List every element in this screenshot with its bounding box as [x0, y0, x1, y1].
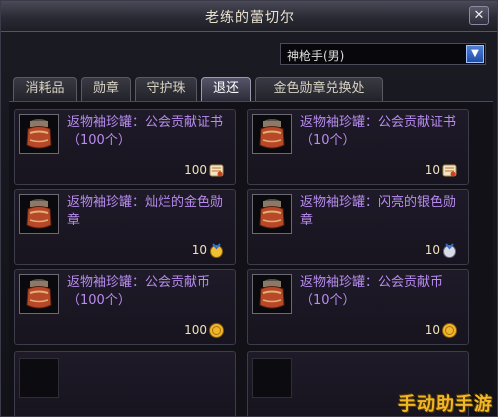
shop-item-card[interactable]: 返物袖珍罐：公会贡献证书（100个） 100 — [14, 109, 236, 185]
item-price: 10 — [425, 160, 458, 180]
item-name: 返物袖珍罐：公会贡献币（100个） — [67, 275, 211, 308]
scroll-icon — [442, 164, 457, 176]
shop-item-card[interactable]: 返物袖珍罐：公会贡献证书（10个） 10 — [247, 109, 469, 185]
jar-icon — [26, 279, 52, 309]
jar-icon — [26, 119, 52, 149]
gold-medal-icon — [210, 242, 223, 258]
jar-icon — [259, 199, 285, 229]
watermark-logo: 手动助手游 — [398, 394, 493, 415]
item-icon-slot — [19, 274, 59, 314]
item-icon-slot — [19, 114, 59, 154]
item-icon-slot — [252, 194, 292, 234]
item-price: 10 — [425, 320, 458, 340]
price-amount: 100 — [184, 163, 207, 177]
item-name: 返物袖珍罐：闪亮的银色勋章 — [300, 195, 457, 228]
jar-icon — [259, 119, 285, 149]
shop-item-card[interactable]: 返物袖珍罐：闪亮的银色勋章 10 — [247, 189, 469, 265]
tab-gold-medal-exchange[interactable]: 金色勋章兑换处 — [255, 77, 383, 101]
scroll-icon — [209, 164, 224, 176]
item-icon-slot — [19, 358, 59, 398]
window-title: 老练的蕾切尔 — [205, 10, 295, 26]
class-filter-value: 神枪手(男) — [287, 49, 345, 63]
item-icon-slot — [252, 358, 292, 398]
item-name: 返物袖珍罐：灿烂的金色勋章 — [67, 195, 224, 228]
price-amount: 10 — [191, 243, 207, 257]
item-icon-slot — [252, 274, 292, 314]
price-amount: 10 — [424, 163, 440, 177]
empty-item-card — [14, 351, 236, 416]
price-amount: 10 — [424, 243, 440, 257]
coin-icon — [209, 322, 224, 338]
coin-icon — [442, 322, 457, 338]
item-price: 100 — [184, 320, 225, 340]
silver-medal-icon — [443, 242, 456, 258]
item-price: 100 — [184, 160, 225, 180]
npc-shop-window: 老练的蕾切尔 ✕ 神枪手(男) ▼ 消耗品 勋章 守护珠 退还 金色勋章兑换处 … — [0, 0, 498, 417]
jar-icon — [26, 199, 52, 229]
price-amount: 10 — [424, 323, 440, 337]
tab-medals[interactable]: 勋章 — [81, 77, 131, 101]
tab-refund[interactable]: 退还 — [201, 77, 251, 101]
item-name: 返物袖珍罐：公会贡献证书（10个） — [300, 115, 457, 148]
class-filter-dropdown[interactable]: 神枪手(男) ▼ — [280, 43, 486, 65]
chevron-down-icon[interactable]: ▼ — [466, 45, 484, 63]
item-name: 返物袖珍罐：公会贡献证书（100个） — [67, 115, 224, 148]
item-icon-slot — [252, 114, 292, 154]
tab-consumables[interactable]: 消耗品 — [13, 77, 77, 101]
shop-item-card[interactable]: 返物袖珍罐：公会贡献币（10个） 10 — [247, 269, 469, 345]
tab-guardian-beads[interactable]: 守护珠 — [135, 77, 197, 101]
shop-item-card[interactable]: 返物袖珍罐：公会贡献币（100个） 100 — [14, 269, 236, 345]
close-button[interactable]: ✕ — [469, 6, 489, 25]
item-icon-slot — [19, 194, 59, 234]
item-price: 10 — [192, 240, 225, 260]
shop-item-card[interactable]: 返物袖珍罐：灿烂的金色勋章 10 — [14, 189, 236, 265]
item-name: 返物袖珍罐：公会贡献币（10个） — [300, 275, 444, 308]
title-bar[interactable]: 老练的蕾切尔 ✕ — [1, 1, 497, 32]
jar-icon — [259, 279, 285, 309]
price-amount: 100 — [184, 323, 207, 337]
item-price: 10 — [425, 240, 458, 260]
